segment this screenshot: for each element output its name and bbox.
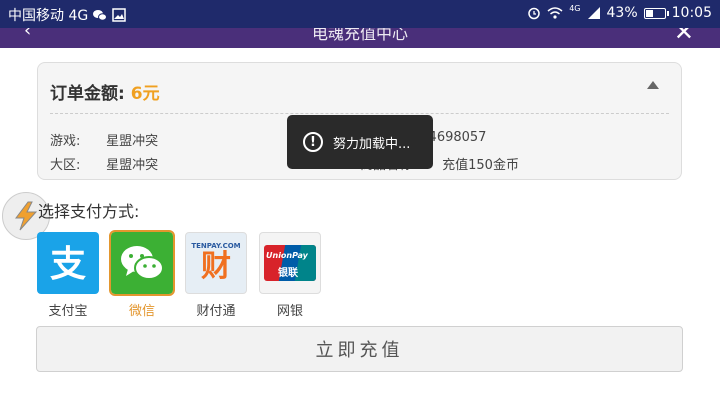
order-amount-value: 6元 bbox=[130, 84, 160, 104]
lightning-icon bbox=[15, 201, 38, 231]
game-value: 星盟冲突 bbox=[106, 134, 159, 149]
network-badge: 4G bbox=[569, 3, 581, 13]
battery-icon bbox=[643, 7, 669, 19]
charge-now-button[interactable]: 立即充值 bbox=[36, 326, 683, 372]
carrier-label: 中国移动 4G bbox=[8, 8, 89, 24]
divider bbox=[50, 113, 669, 114]
tenpay-logo-glyph: 财 bbox=[201, 249, 231, 284]
alarm-icon bbox=[528, 7, 540, 20]
image-icon bbox=[112, 8, 126, 22]
pay-option-unionpay[interactable]: UnionPay 银联 网银 bbox=[258, 232, 322, 319]
close-icon[interactable]: ✕ bbox=[674, 28, 694, 46]
pay-option-label: 财付通 bbox=[196, 304, 236, 319]
product-value: 充值150金币 bbox=[442, 158, 519, 173]
status-bar: 中国移动 4G 4G 43% 10:05 bbox=[0, 0, 720, 28]
battery-percent: 43% bbox=[606, 5, 638, 21]
svg-text:支: 支 bbox=[50, 244, 86, 285]
pay-option-tenpay[interactable]: TENPAY.COM 财 财付通 bbox=[184, 232, 248, 319]
page-title: 电魂充值中心 bbox=[311, 28, 408, 43]
pay-option-label: 微信 bbox=[128, 304, 155, 319]
unionpay-icon: UnionPay 银联 bbox=[259, 232, 321, 294]
pay-option-wechat[interactable]: 微信 bbox=[109, 230, 175, 319]
collapse-arrow-icon[interactable] bbox=[647, 81, 659, 89]
signal-icon bbox=[587, 7, 600, 19]
tenpay-icon: TENPAY.COM 财 bbox=[185, 232, 247, 294]
game-label: 游戏: bbox=[50, 134, 81, 149]
unionpay-logo-text: UnionPay bbox=[266, 251, 308, 260]
payment-title: 选择支付方式: bbox=[38, 202, 140, 221]
pay-option-alipay[interactable]: 支 支付宝 bbox=[36, 232, 100, 319]
toast-text: 努力加载中... bbox=[333, 136, 411, 152]
pay-option-label: 支付宝 bbox=[48, 304, 88, 319]
alert-icon: ! bbox=[303, 132, 323, 152]
unionpay-logo-sub: 银联 bbox=[278, 268, 298, 279]
alipay-icon: 支 bbox=[37, 232, 99, 294]
wechat-icon bbox=[93, 10, 108, 21]
clock: 10:05 bbox=[671, 5, 712, 21]
pay-option-label: 网银 bbox=[276, 304, 303, 319]
order-amount-row: 订单金额: 6元 bbox=[50, 79, 160, 104]
region-info: 大区: 星盟冲突 bbox=[50, 154, 158, 173]
wechat-pay-icon bbox=[109, 230, 175, 296]
wifi-icon bbox=[547, 7, 563, 19]
header-bar: ‹ 电魂充值中心 ✕ bbox=[0, 28, 720, 48]
region-value: 星盟冲突 bbox=[106, 158, 159, 173]
loading-toast: ! 努力加载中... bbox=[287, 115, 433, 169]
region-label: 大区: bbox=[50, 158, 81, 173]
game-info: 游戏: 星盟冲突 bbox=[50, 130, 158, 149]
order-amount-label: 订单金额: bbox=[50, 84, 125, 104]
